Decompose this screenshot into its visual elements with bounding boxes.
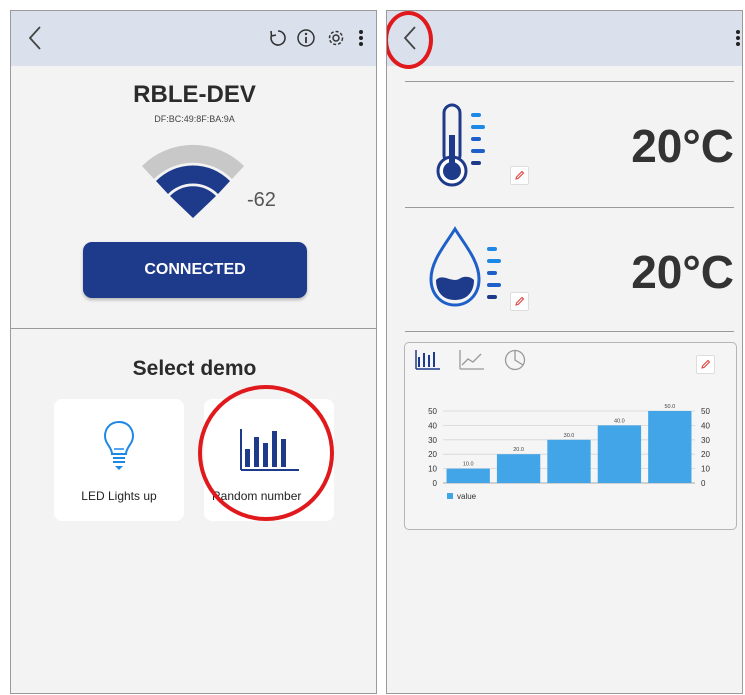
refresh-icon[interactable] — [266, 25, 290, 51]
bar — [496, 454, 541, 483]
bar-data-label: 30.0 — [564, 433, 575, 439]
wifi-signal-icon — [142, 144, 244, 218]
y-tick-label-right: 20 — [701, 450, 710, 459]
lightbulb-icon — [103, 420, 135, 470]
gear-icon[interactable] — [324, 25, 348, 51]
temperature-value: 20°C — [631, 120, 734, 172]
bar — [648, 411, 692, 483]
connected-button[interactable]: CONNECTED — [83, 242, 307, 298]
y-tick-label-left: 20 — [428, 450, 437, 459]
demo-card-random-number[interactable]: Random number — [204, 399, 334, 521]
divider — [405, 331, 734, 332]
bar-data-label: 40.0 — [614, 418, 625, 424]
line-chart-tab-icon[interactable] — [459, 349, 485, 371]
legend-swatch — [447, 493, 453, 499]
back-arrow-icon[interactable] — [25, 23, 47, 53]
divider — [405, 207, 734, 208]
device-name: RBLE-DEV — [133, 81, 256, 108]
app-bar — [11, 11, 376, 66]
back-arrow-icon[interactable] — [400, 23, 422, 53]
sensor-screen: 20°C 20°C 0 0 10 10 20 20 30 30 40 40 50… — [386, 10, 743, 694]
more-vert-icon[interactable] — [732, 25, 742, 51]
demo-card-led-label: LED Lights up — [81, 489, 157, 503]
device-screen: RBLE-DEV DF:BC:49:8F:BA:9A -62 CONNECTED… — [10, 10, 377, 694]
y-tick-label-left: 50 — [428, 407, 437, 416]
bar-data-label: 50.0 — [664, 404, 675, 410]
legend-label: value — [457, 492, 477, 501]
edit-pencil-icon[interactable] — [696, 355, 715, 374]
bar — [597, 425, 642, 483]
bar — [446, 468, 490, 483]
y-tick-label-left: 40 — [428, 421, 437, 430]
bar-data-label: 20.0 — [513, 447, 524, 453]
demo-card-led[interactable]: LED Lights up — [54, 399, 184, 521]
edit-pencil-icon[interactable] — [510, 292, 529, 311]
edit-pencil-icon[interactable] — [510, 166, 529, 185]
humidity-drop-icon — [429, 226, 501, 307]
device-mac-address: DF:BC:49:8F:BA:9A — [154, 114, 235, 124]
y-tick-label-right: 40 — [701, 421, 710, 430]
y-tick-label-left: 30 — [428, 436, 437, 445]
info-icon[interactable] — [294, 25, 318, 51]
more-vert-icon[interactable] — [351, 25, 371, 51]
thermometer-icon — [436, 103, 485, 187]
pie-chart-tab-icon[interactable] — [503, 348, 527, 372]
bar — [547, 439, 591, 483]
divider — [11, 328, 376, 329]
bar-chart-tab-icon[interactable] — [415, 349, 441, 371]
select-demo-title: Select demo — [132, 357, 257, 380]
y-tick-label-left: 10 — [428, 465, 437, 474]
y-tick-label-left: 0 — [433, 479, 438, 488]
divider — [405, 81, 734, 82]
demo-card-random-number-label: Random number — [212, 489, 302, 503]
y-tick-label-right: 30 — [701, 436, 710, 445]
bar-data-label: 10.0 — [463, 462, 474, 468]
bar-chart: 0 0 10 10 20 20 30 30 40 40 50 50 10.0 20.0 30.0 40.0 50… — [428, 404, 710, 501]
y-tick-label-right: 50 — [701, 407, 710, 416]
y-tick-label-right: 0 — [701, 479, 706, 488]
app-bar — [387, 11, 742, 66]
y-tick-label-right: 10 — [701, 465, 710, 474]
chart-card: 0 0 10 10 20 20 30 30 40 40 50 50 10.0 20.0 30.0 40.0 50… — [404, 342, 737, 530]
rssi-value: -62 — [247, 189, 276, 211]
bar-chart-icon — [240, 429, 299, 471]
humidity-value: 20°C — [631, 246, 734, 298]
